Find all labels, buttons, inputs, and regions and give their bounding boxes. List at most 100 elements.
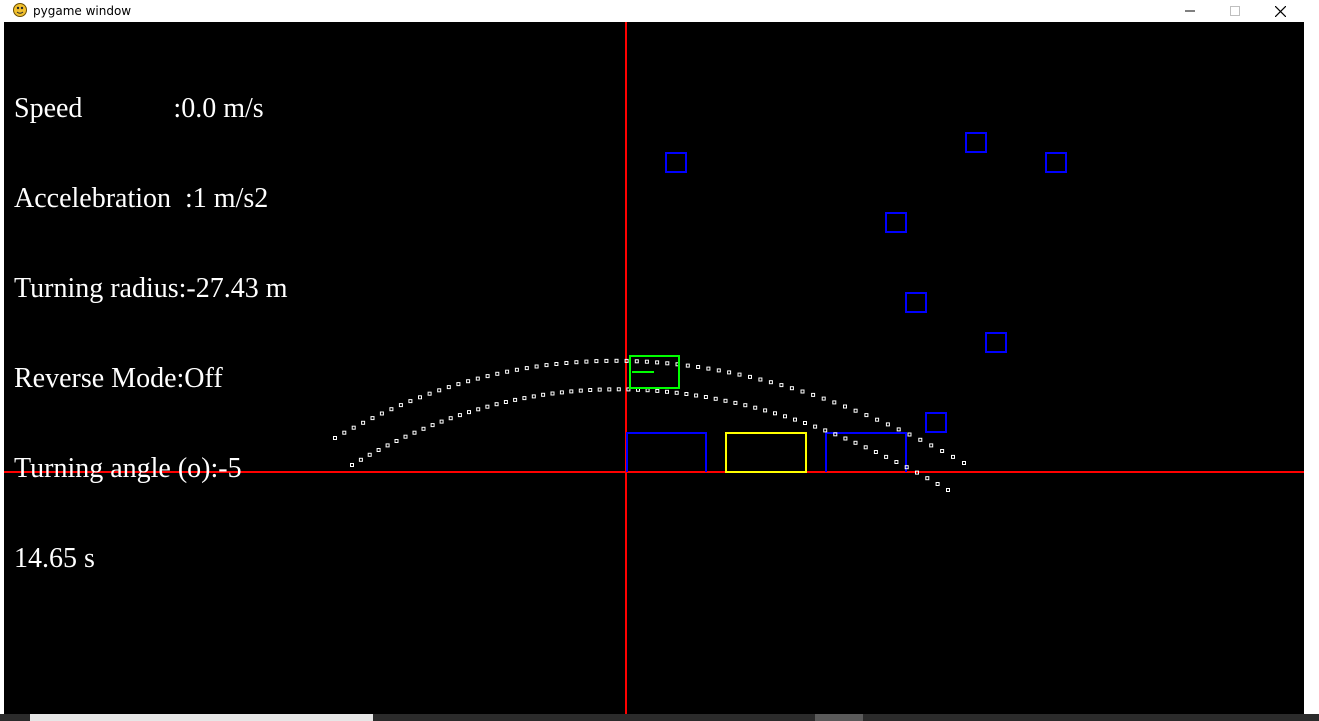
window-title: pygame window (33, 4, 132, 18)
trajectory-dot (614, 358, 619, 363)
trajectory-dot (665, 389, 669, 394)
trajectory-dot (875, 417, 880, 422)
trajectory-dot (564, 361, 569, 365)
trajectory-dot (513, 397, 518, 402)
trajectory-dot (873, 450, 878, 454)
trajectory-dot (514, 367, 519, 372)
trajectory-dot (351, 425, 356, 430)
trajectory-dot (694, 393, 699, 398)
trajectory-dot (793, 417, 797, 422)
trajectory-dot (758, 377, 763, 382)
obstacle-marker (985, 332, 1007, 353)
obstacle-marker (905, 292, 927, 313)
trajectory-dot (884, 454, 889, 459)
trajectory-dot (773, 411, 777, 416)
pygame-snake-icon (13, 3, 27, 17)
trajectory-dot (541, 392, 546, 397)
trajectory-dot (389, 407, 394, 412)
trajectory-dot (674, 390, 679, 395)
trajectory-dot (935, 482, 940, 486)
trajectory-dot (456, 382, 461, 387)
trajectory-dot (864, 413, 869, 418)
trajectory-dot (475, 376, 480, 381)
maximize-button[interactable] (1212, 0, 1258, 22)
trajectory-dot (823, 428, 828, 433)
minimize-icon (1185, 10, 1195, 12)
trajectory-dot (843, 404, 847, 409)
trajectory-dot (398, 403, 403, 408)
trajectory-dot (748, 374, 752, 379)
trajectory-dot (550, 391, 555, 396)
obstacle-marker (885, 212, 907, 233)
obstacle-marker (665, 152, 687, 173)
trajectory-dot (457, 413, 462, 418)
trajectory-dot (684, 392, 689, 396)
trajectory-dot (418, 395, 422, 400)
trajectory-dot (588, 388, 593, 392)
taskbar-search-box[interactable] (30, 714, 373, 721)
trajectory-dot (522, 396, 527, 401)
trajectory-dot (379, 411, 384, 416)
trajectory-dot (665, 361, 670, 366)
trajectory-dot (634, 359, 639, 364)
trajectory-dot (446, 385, 451, 390)
trajectory-dot (803, 421, 807, 425)
close-icon (1274, 5, 1286, 17)
trajectory-dot (645, 388, 650, 393)
parked-car-left (626, 432, 707, 472)
turning-angle-readout: Turning angle (o):-5 (14, 453, 242, 484)
trajectory-dot (685, 363, 690, 368)
elapsed-time-readout: 14.65 s (14, 543, 95, 574)
obstacle-marker (1045, 152, 1067, 173)
reverse-mode-readout: Reverse Mode:Off (14, 363, 223, 394)
trajectory-dot (763, 408, 768, 413)
telemetry-hud: Speed :0.0 m/s Accelebration :1 m/s2 Tur… (14, 34, 288, 634)
trajectory-dot (833, 432, 838, 437)
trajectory-dot (594, 359, 599, 364)
parked-car-right (825, 432, 907, 472)
trajectory-dot (544, 363, 549, 368)
trajectory-dot (951, 454, 955, 459)
maximize-icon (1230, 6, 1240, 16)
trajectory-dot (962, 461, 966, 465)
close-button[interactable] (1257, 0, 1303, 22)
trajectory-dot (361, 420, 366, 425)
title-bar[interactable]: pygame window (0, 0, 1319, 22)
trajectory-dot (385, 443, 390, 448)
simulation-canvas[interactable]: Speed :0.0 m/s Accelebration :1 m/s2 Tur… (4, 22, 1304, 714)
trajectory-dot (811, 392, 816, 397)
trajectory-dot (925, 476, 930, 481)
trajectory-dot (706, 366, 711, 371)
obstacle-marker (925, 412, 947, 433)
trajectory-dot (896, 427, 901, 432)
trajectory-dot (578, 388, 583, 393)
trajectory-dot (768, 380, 773, 385)
trajectory-dot (534, 364, 539, 369)
trajectory-dot (485, 374, 490, 379)
trajectory-dot (427, 391, 432, 396)
trajectory-dot (604, 358, 609, 363)
trajectory-dot (843, 436, 848, 441)
trajectory-dot (466, 379, 471, 384)
taskbar-active-app[interactable] (815, 714, 863, 721)
trajectory-dot (597, 387, 602, 392)
trajectory-dot (713, 396, 718, 401)
taskbar (0, 714, 1319, 721)
parking-spot (725, 432, 807, 473)
trajectory-dot (494, 402, 499, 407)
trajectory-dot (723, 398, 728, 403)
trajectory-dot (703, 395, 708, 399)
trajectory-dot (644, 359, 649, 364)
trajectory-dot (885, 422, 890, 427)
trajectory-dot (907, 432, 912, 437)
trajectory-dot (430, 423, 435, 428)
trajectory-dot (737, 372, 742, 377)
minimize-button[interactable] (1167, 0, 1213, 22)
trajectory-dot (616, 387, 621, 392)
trajectory-dot (607, 387, 612, 392)
trajectory-dot (358, 457, 363, 462)
turning-radius-readout: Turning radius:-27.43 m (14, 273, 288, 304)
obstacle-marker (965, 132, 987, 153)
trajectory-dot (342, 430, 347, 435)
trajectory-dot (783, 414, 787, 419)
